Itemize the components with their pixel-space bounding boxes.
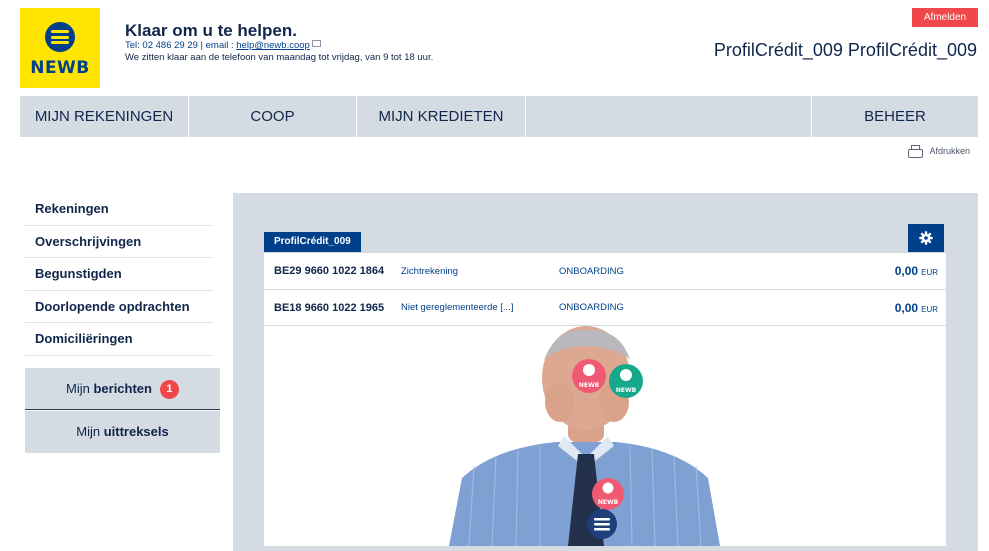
balance-amount: 0,00	[894, 300, 919, 315]
messages-label: berichten	[93, 381, 152, 396]
gear-icon	[919, 231, 933, 245]
user-name: ProfilCrédit_009 ProfilCrédit_009	[713, 40, 977, 60]
promo-badge-text: NEWB	[598, 499, 619, 506]
balance-currency: EUR	[921, 304, 938, 314]
nav-mijn-rekeningen[interactable]: MIJN REKENINGEN	[20, 96, 189, 137]
account-status: ONBOARDING	[559, 265, 624, 277]
messages-prefix: Mijn	[66, 381, 94, 396]
main-nav: MIJN REKENINGEN COOP MIJN KREDIETEN BEHE…	[20, 96, 978, 137]
promo-banner: NEWB NEWB NEWB	[264, 326, 946, 546]
messages-count-badge: 1	[159, 380, 179, 399]
balance-currency: EUR	[921, 268, 938, 277]
promo-badge-blue	[587, 509, 617, 539]
account-status: ONBOARDING	[559, 302, 624, 313]
account-type: Niet gereglementeerde [...]	[401, 302, 514, 313]
messages-button[interactable]: Mijn berichten 1	[25, 368, 220, 410]
nav-spacer	[526, 96, 812, 137]
account-group-tab[interactable]: ProfilCrédit_009	[264, 232, 361, 252]
account-balance: 0,00 EUR	[895, 264, 938, 278]
print-label: Afdrukken	[929, 146, 970, 156]
contact-block: Klaar om u te helpen. Tel: 02 486 29 29 …	[125, 22, 433, 64]
promo-badge-tie: NEWB	[592, 478, 624, 510]
print-link[interactable]: Afdrukken	[908, 145, 970, 158]
contact-phone-email: Tel: 02 486 29 29 | email : help@newb.co…	[125, 40, 433, 51]
promo-badge-text: NEWB	[616, 387, 637, 394]
nav-beheer[interactable]: BEHEER	[812, 96, 978, 137]
statements-label: uittreksels	[103, 424, 169, 439]
sidebar: Rekeningen Overschrijvingen Begunstigden…	[25, 193, 213, 356]
logout-button[interactable]: Afmelden	[912, 8, 978, 27]
contact-email-link[interactable]: help@newb.coop	[236, 40, 310, 51]
promo-badge-text: NEWB	[579, 382, 600, 389]
sidebar-item-doorlopende-opdrachten[interactable]: Doorlopende opdrachten	[25, 291, 213, 323]
sidebar-item-begunstigden[interactable]: Begunstigden	[25, 258, 213, 291]
account-iban[interactable]: BE29 9660 1022 1864	[274, 265, 384, 277]
sidebar-item-overschrijvingen[interactable]: Overschrijvingen	[25, 226, 213, 258]
mail-icon	[311, 40, 321, 47]
nav-coop[interactable]: COOP	[189, 96, 357, 137]
logo-circle-icon	[45, 22, 75, 52]
statements-button[interactable]: Mijn uittreksels	[25, 411, 220, 453]
printer-icon	[908, 145, 924, 158]
contact-title: Klaar om u te helpen.	[125, 21, 297, 40]
account-type: Zichtrekening	[401, 265, 459, 277]
sidebar-item-domicilieringen[interactable]: Domiciliëringen	[25, 323, 213, 356]
account-row[interactable]: BE29 9660 1022 1864 Zichtrekening ONBOAR…	[264, 253, 946, 289]
balance-amount: 0,00	[894, 264, 919, 278]
account-balance: 0,00 EUR	[895, 301, 938, 315]
promo-illustration: NEWB NEWB NEWB	[449, 326, 720, 546]
settings-button[interactable]	[908, 224, 944, 252]
newb-logo[interactable]: NEWB	[20, 8, 100, 88]
promo-badge-pink: NEWB	[572, 359, 606, 393]
account-list: BE29 9660 1022 1864 Zichtrekening ONBOAR…	[264, 253, 946, 325]
nav-mijn-kredieten[interactable]: MIJN KREDIETEN	[357, 96, 526, 137]
logo-text: NEWB	[30, 58, 90, 78]
statements-prefix: Mijn	[76, 424, 104, 439]
sidebar-item-rekeningen[interactable]: Rekeningen	[25, 193, 213, 226]
account-iban[interactable]: BE18 9660 1022 1965	[274, 302, 384, 314]
promo-badge-green: NEWB	[609, 364, 643, 398]
contact-hours: We zitten klaar aan de telefoon van maan…	[125, 52, 434, 63]
messages-divider	[25, 409, 220, 410]
account-row[interactable]: BE18 9660 1022 1965 Niet gereglementeerd…	[264, 289, 946, 325]
contact-phone: Tel: 02 486 29 29 | email :	[125, 40, 237, 51]
